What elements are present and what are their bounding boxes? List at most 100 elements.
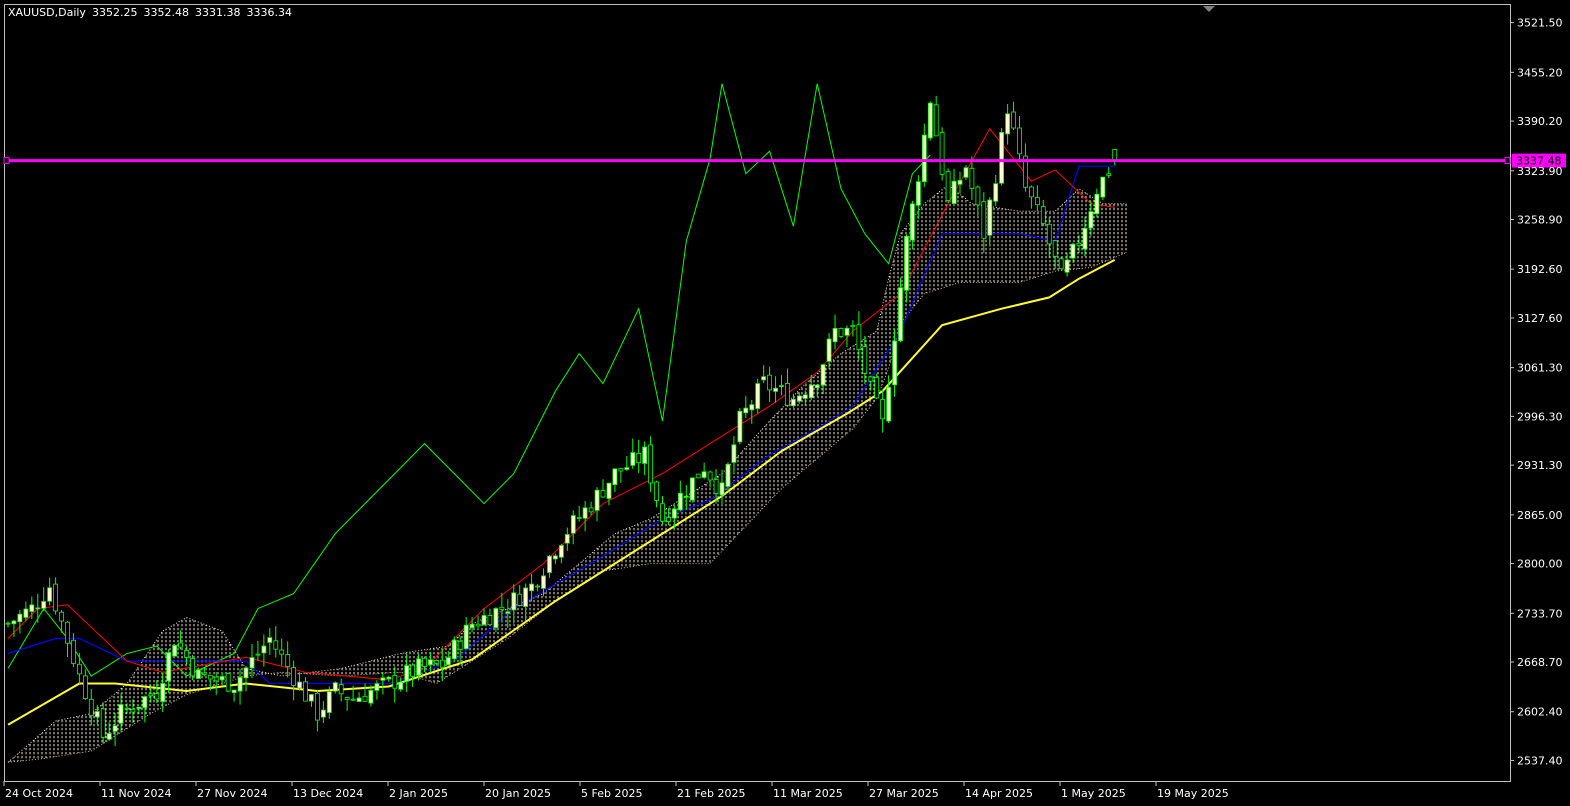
candle-bull <box>17 613 23 623</box>
candle-bull <box>398 681 404 690</box>
candle-bear <box>517 593 523 606</box>
ichimoku-cloud-segment <box>430 647 437 684</box>
candle-bull <box>541 575 546 589</box>
x-tick-label: 11 Nov 2024 <box>101 787 171 800</box>
candle-bull <box>231 689 237 693</box>
candle-bull <box>356 697 362 702</box>
candle-bull <box>921 134 927 183</box>
candle-bear <box>618 468 624 472</box>
price-line-left-handle[interactable] <box>3 157 10 165</box>
ichimoku-cloud-segment <box>1120 203 1127 255</box>
candle-bull <box>547 555 552 573</box>
ichimoku-cloud-segment <box>829 358 836 449</box>
ichimoku-cloud-segment <box>388 655 395 673</box>
candle-bull <box>678 492 683 511</box>
candle-bear <box>255 653 261 656</box>
chart-window[interactable]: XAUUSD,Daily 3352.25 3352.48 3331.38 3336.34… <box>0 0 1570 806</box>
candle-bull <box>136 706 142 710</box>
candle-bear <box>666 517 671 522</box>
y-tick-label: 3521.50 <box>1517 17 1563 30</box>
candle-bear <box>856 324 862 350</box>
ichimoku-cloud-segment <box>1102 203 1109 263</box>
candle-bull <box>737 410 743 443</box>
candle-bull <box>1088 211 1094 229</box>
candle-bear <box>600 490 606 498</box>
ichimoku-cloud-segment <box>930 194 937 292</box>
ichimoku-cloud-segment <box>204 624 211 690</box>
candle-bull <box>725 463 731 487</box>
candle-bull <box>1064 259 1070 273</box>
ichimoku-cloud-segment <box>109 693 116 740</box>
ichimoku-cloud-segment <box>1067 194 1073 270</box>
candle-bull <box>445 657 451 665</box>
ichimoku-cloud-segment <box>67 717 74 755</box>
ichimoku-cloud-segment <box>79 714 86 753</box>
candle-bear <box>433 660 439 664</box>
ichimoku-cloud-segment <box>704 481 711 564</box>
candle-bear <box>410 664 416 677</box>
ichimoku-cloud-segment <box>55 719 62 757</box>
candle-bear <box>77 663 82 675</box>
ichimoku-cloud-segment <box>370 659 377 675</box>
y-tick-label: 2996.30 <box>1517 410 1563 423</box>
candle-bear <box>5 622 11 625</box>
ichimoku-cloud-segment <box>192 619 199 693</box>
candle-bear <box>285 654 291 668</box>
ichimoku-cloud-segment <box>852 342 859 429</box>
candle-bull <box>701 471 707 478</box>
ichimoku-cloud-segment <box>365 661 371 675</box>
candle-bull <box>243 667 249 679</box>
candle-bear <box>1040 206 1046 225</box>
candle-bull <box>993 183 999 202</box>
candle-bear <box>1106 173 1112 176</box>
candle-bull <box>160 683 166 702</box>
candle-bear <box>439 659 445 668</box>
ichimoku-cloud-segment <box>13 751 20 762</box>
candle-bull <box>112 725 118 732</box>
candle-bull <box>106 733 112 740</box>
x-tick-label: 1 May 2025 <box>1061 787 1126 800</box>
candle-bull <box>41 601 47 609</box>
ichimoku-cloud-segment <box>234 649 241 680</box>
candle-bear <box>576 517 582 519</box>
ichimoku-cloud-segment <box>37 731 44 760</box>
price-chart[interactable]: 3337.48 3521.503455.203390.203323.903258… <box>0 0 1570 806</box>
candle-bull <box>511 592 517 611</box>
scroll-shift-marker[interactable] <box>1203 6 1215 12</box>
ichimoku-cloud-segment <box>882 278 889 384</box>
ichimoku-cloud-segment <box>757 427 764 514</box>
y-tick-label: 3323.90 <box>1517 165 1563 178</box>
candle-bull <box>582 507 588 519</box>
candle-bear <box>636 452 642 464</box>
candle-bull <box>749 404 755 411</box>
ichimoku-cloud-segment <box>359 662 365 675</box>
candle-bear <box>933 104 939 137</box>
ichimoku-cloud-segment <box>1031 211 1038 279</box>
candle-bull <box>166 652 172 682</box>
x-tick-label: 24 Oct 2024 <box>5 787 73 800</box>
candle-bull <box>957 179 963 185</box>
candle-bear <box>654 481 659 501</box>
candle-bear <box>53 583 58 612</box>
candle-bear <box>291 667 297 686</box>
candle-bull <box>672 508 677 519</box>
price-line-right-handle[interactable] <box>1504 157 1511 165</box>
candle-bull <box>380 677 386 681</box>
candle-bull <box>898 287 903 342</box>
candle-bear <box>939 132 945 175</box>
candle-bull <box>731 444 737 463</box>
candle-bull <box>505 611 511 614</box>
candle-bull <box>463 624 469 650</box>
candle-bear <box>130 709 136 713</box>
candle-bear <box>83 675 88 700</box>
candle-bear <box>880 399 885 420</box>
candle-bull <box>1082 227 1088 250</box>
y-tick-label: 2733.70 <box>1517 607 1563 620</box>
ichimoku-cloud-segment <box>995 207 1002 283</box>
ichimoku-cloud-segment <box>966 199 972 283</box>
candle-bull <box>195 669 201 679</box>
candle-bull <box>267 637 273 643</box>
candle-bull <box>1094 193 1100 215</box>
candle-bull <box>481 615 487 626</box>
candle-bull <box>386 676 392 680</box>
